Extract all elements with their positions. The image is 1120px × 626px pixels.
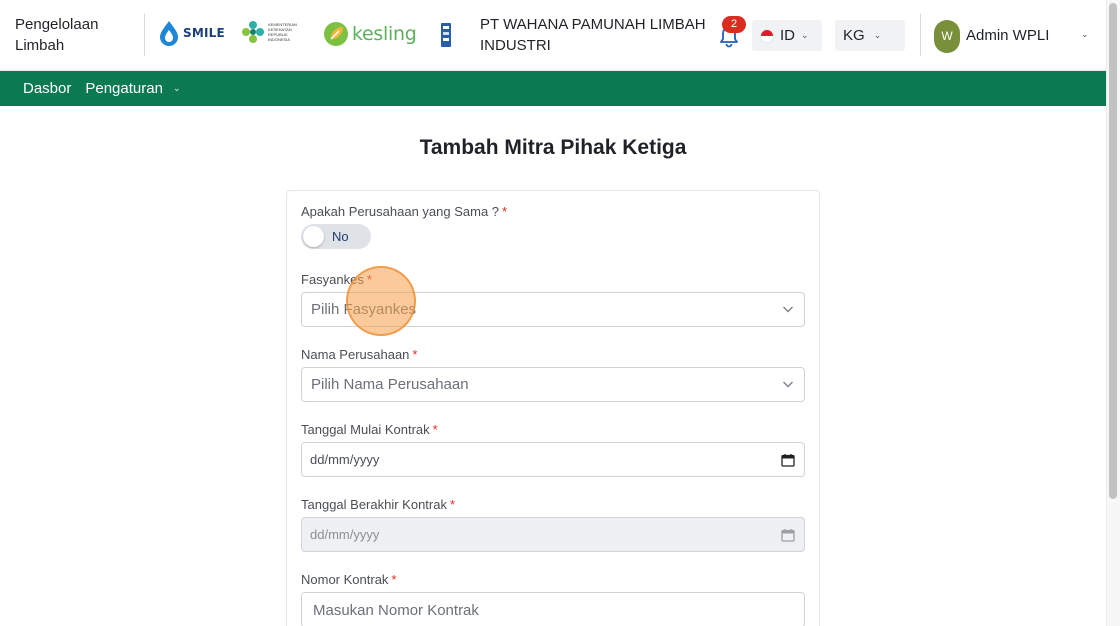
unit-value: KG [843,27,865,44]
chevron-down-icon [783,306,793,313]
nav-item-pengaturan[interactable]: Pengaturan ⌄ [85,80,180,97]
end-date-placeholder: dd/mm/yyyy [310,527,380,542]
header-divider [144,14,145,56]
fasyankes-label: Fasyankes * [301,272,372,287]
start-date-label: Tanggal Mulai Kontrak * [301,422,438,437]
chevron-down-icon: ⌄ [801,30,809,40]
kemenkes-logo: KEMENTERIAN KESEHATAN REPUBLIK INDONESIA [241,20,297,44]
company-name-label-text: Nama Perusahaan [301,347,410,362]
kemenkes-emblem-icon [242,21,264,43]
unit-selector[interactable]: KG ⌄ [835,20,905,51]
company-name-label: Nama Perusahaan * [301,347,417,362]
fasyankes-label-text: Fasyankes [301,272,364,287]
toggle-knob [303,226,324,247]
calendar-icon[interactable] [781,453,795,467]
required-marker: * [412,347,418,362]
end-date-input: dd/mm/yyyy [301,517,805,552]
scrollbar-thumb[interactable] [1109,3,1117,499]
company-logo [440,22,452,48]
same-company-toggle[interactable]: No [301,224,371,249]
user-menu-chevron-icon[interactable]: ⌄ [1081,29,1089,40]
same-company-label-text: Apakah Perusahaan yang Sama ? [301,204,500,219]
start-date-input[interactable]: dd/mm/yyyy [301,442,805,477]
nav-item-label: Pengaturan [85,80,163,97]
form-card [286,190,820,626]
chevron-down-icon: ⌄ [873,30,882,40]
chevron-down-icon [783,381,793,388]
start-date-placeholder: dd/mm/yyyy [310,452,380,467]
smile-logo: SMILE [158,20,225,46]
company-name: PT WAHANA PAMUNAH LIMBAH INDUSTRI [480,16,706,54]
contract-number-label: Nomor Kontrak * [301,572,396,587]
kesling-logo: kesling [323,21,417,47]
company-emblem-icon [441,23,451,47]
contract-number-label-text: Nomor Kontrak [301,572,389,587]
required-marker: * [366,272,372,287]
end-date-label: Tanggal Berakhir Kontrak * [301,497,455,512]
company-name-placeholder: Pilih Nama Perusahaan [311,376,469,393]
contract-number-placeholder: Masukan Nomor Kontrak [313,601,479,619]
company-name-select[interactable]: Pilih Nama Perusahaan [301,367,805,402]
app-title: Pengelolaan Limbah [15,16,99,54]
chevron-down-icon: ⌄ [172,83,181,93]
nav-item-dasbor[interactable]: Dasbor [23,80,71,97]
header-divider [920,14,921,56]
fasyankes-placeholder: Pilih Fasyankes [311,301,417,318]
required-marker: * [449,497,456,512]
avatar[interactable]: W [934,20,960,53]
calendar-icon [781,529,795,542]
smile-logo-text: SMILE [183,26,225,40]
required-marker: * [391,572,397,587]
user-name[interactable]: Admin WPLI [966,27,1049,44]
end-date-label-text: Tanggal Berakhir Kontrak [301,497,447,512]
fasyankes-select[interactable]: Pilih Fasyankes [301,292,805,327]
kesling-leaf-icon [324,22,348,46]
same-company-label: Apakah Perusahaan yang Sama ? * [301,204,507,219]
contract-number-input[interactable]: Masukan Nomor Kontrak [301,592,805,626]
start-date-label-text: Tanggal Mulai Kontrak [301,422,430,437]
main-nav: Dasbor Pengaturan ⌄ [0,71,1106,106]
kesling-logo-text: kesling [352,23,417,45]
nav-item-label: Dasbor [23,80,72,97]
required-marker: * [432,422,438,437]
toggle-value: No [332,229,349,244]
smile-drop-icon [160,21,178,46]
language-selector[interactable]: ID ⌄ [752,20,822,51]
flag-icon [760,28,774,43]
language-value: ID [780,27,795,44]
top-header: Pengelolaan Limbah SMILE KEMENTERIAN KES… [0,0,1106,71]
notification-badge[interactable]: 2 [722,16,746,33]
kemenkes-logo-text: KEMENTERIAN KESEHATAN REPUBLIK INDONESIA [268,22,297,42]
page-title: Tambah Mitra Pihak Ketiga [419,136,687,159]
required-marker: * [502,204,508,219]
